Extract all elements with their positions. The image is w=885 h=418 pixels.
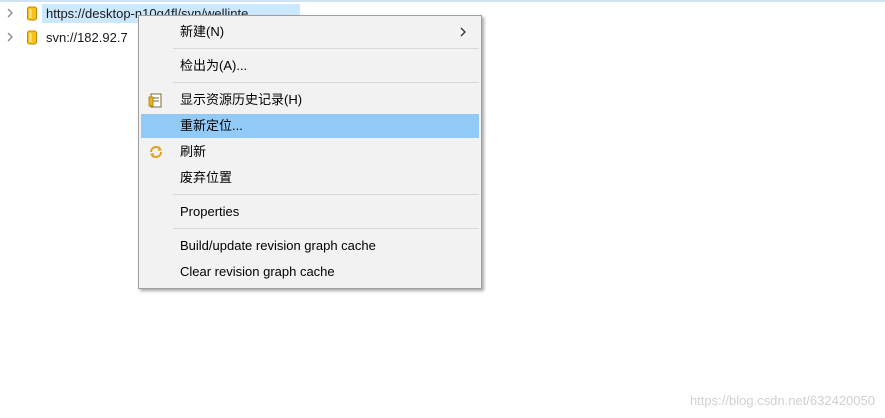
menu-item-label: 显示资源历史记录(H): [180, 92, 303, 107]
menu-item-label: 重新定位...: [180, 118, 243, 133]
window-top-border: [0, 0, 885, 2]
menu-separator: [173, 194, 479, 195]
tree-item-label: svn://182.92.7: [46, 30, 128, 45]
menu-item-label: 废弃位置: [180, 170, 233, 185]
chevron-right-icon[interactable]: [4, 30, 16, 44]
menu-item-checkout-as[interactable]: 检出为(A)...: [141, 54, 479, 78]
menu-item-show-history[interactable]: 显示资源历史记录(H): [141, 88, 479, 112]
chevron-right-icon[interactable]: [4, 6, 16, 20]
menu-item-label: 检出为(A)...: [180, 58, 248, 73]
history-icon: [148, 93, 162, 108]
repository-icon: [27, 6, 37, 21]
menu-item-refresh[interactable]: 刷新: [141, 140, 479, 164]
menu-item-clear-revision-graph-cache[interactable]: Clear revision graph cache: [141, 260, 479, 284]
menu-separator: [173, 48, 479, 49]
menu-item-build-revision-graph-cache[interactable]: Build/update revision graph cache: [141, 234, 479, 258]
menu-item-label: 新建(N): [180, 24, 225, 39]
menu-separator: [173, 228, 479, 229]
menu-separator: [173, 82, 479, 83]
menu-item-properties[interactable]: Properties: [141, 200, 479, 224]
menu-item-discard-location[interactable]: 废弃位置: [141, 166, 479, 190]
submenu-arrow-icon: [460, 27, 466, 37]
repository-icon: [27, 30, 37, 45]
refresh-icon: [150, 146, 162, 158]
context-menu: 新建(N) 检出为(A)... 显示资源历史记录(H) 重新定位... 刷新 废…: [138, 15, 482, 289]
watermark: https://blog.csdn.net/632420050: [689, 393, 875, 408]
menu-item-relocate[interactable]: 重新定位...: [141, 114, 479, 138]
menu-item-new[interactable]: 新建(N): [141, 20, 479, 44]
menu-item-label: Clear revision graph cache: [180, 264, 335, 279]
menu-item-label: Build/update revision graph cache: [180, 238, 376, 253]
menu-item-label: 刷新: [180, 144, 207, 159]
menu-item-label: Properties: [180, 204, 240, 219]
